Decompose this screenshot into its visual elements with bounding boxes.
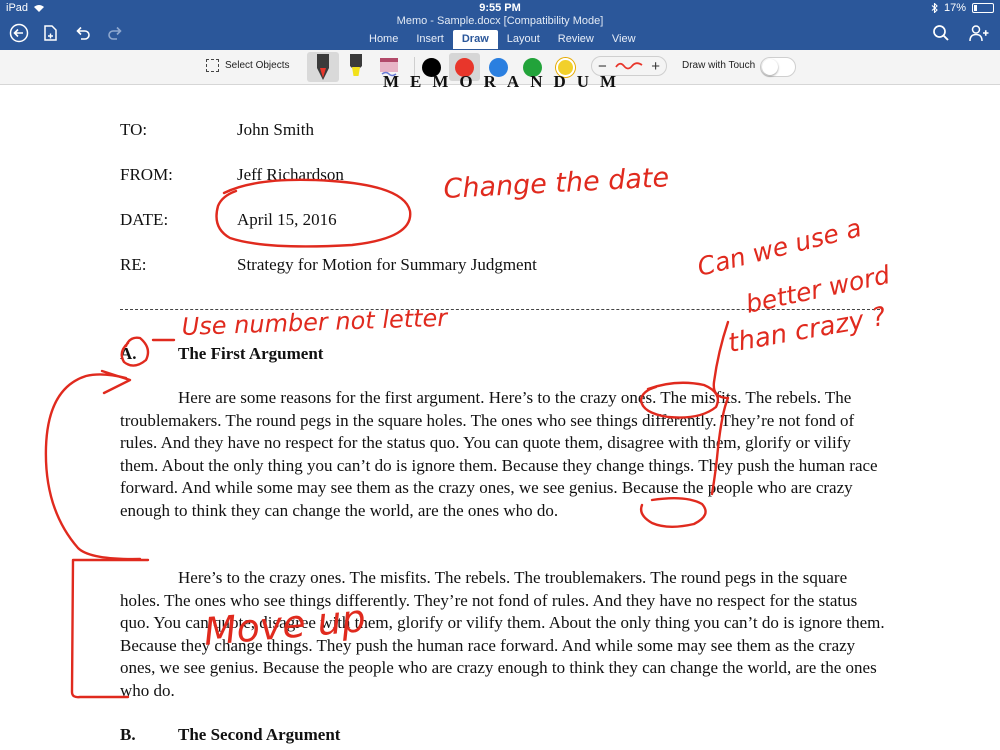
draw-with-touch-label: Draw with Touch [682,60,756,71]
date-value: April 15, 2016 [237,210,337,229]
stroke-preview-icon [615,62,643,70]
draw-with-touch-toggle[interactable] [760,57,796,77]
file-save-icon[interactable] [40,22,62,44]
status-time: 9:55 PM [479,2,521,14]
re-value: Strategy for Motion for Summary Judgment [237,255,537,274]
status-right: 17% [931,2,994,14]
pen-icon [317,54,329,80]
document-page[interactable]: MEMORANDUM TO: John Smith FROM: Jeff Ric… [0,72,1000,750]
redo-icon[interactable] [104,22,126,44]
ribbon-tabs: Home Insert Draw Layout Review View [360,30,645,49]
select-box-icon [206,59,219,72]
app-header: iPad 9:55 PM 17% Memo - Sample.docx [Com… [0,0,1000,50]
section-b-title: The Second Argument [178,725,341,744]
right-toolbar [930,22,990,44]
undo-icon[interactable] [72,22,94,44]
tab-view[interactable]: View [603,30,645,49]
section-a-number: A. [120,344,137,363]
left-toolbar [8,22,126,44]
section-b-number: B. [120,725,136,744]
paragraph-2: Here’s to the crazy ones. The misfits. T… [120,568,885,700]
document-title: Memo - Sample.docx [Compatibility Mode] [396,15,604,27]
pen-red-tool[interactable] [307,52,339,82]
tab-insert[interactable]: Insert [407,30,453,49]
highlighter-icon [350,54,362,76]
section-a-title: The First Argument [178,344,324,363]
section-a-heading: A. The First Argument [120,344,323,364]
select-objects-button[interactable]: Select Objects [206,59,289,72]
back-circle-icon[interactable] [8,22,30,44]
tab-layout[interactable]: Layout [498,30,549,49]
date-label: DATE: [120,210,169,229]
memo-heading: MEMORANDUM [383,72,628,91]
battery-icon [972,3,994,13]
paragraph-1: Here are some reasons for the first argu… [120,388,878,520]
to-value: John Smith [237,120,314,139]
add-person-icon[interactable] [968,22,990,44]
select-objects-label: Select Objects [225,60,290,71]
battery-percent: 17% [943,2,966,14]
from-label: FROM: [120,165,173,184]
separator-line [120,309,880,310]
from-value: Jeff Richardson [237,165,344,184]
toggle-knob [762,59,778,75]
tab-draw[interactable]: Draw [452,30,498,49]
tab-review[interactable]: Review [549,30,603,49]
highlighter-yellow-tool[interactable] [340,52,372,82]
re-label: RE: [120,255,147,274]
battery-level [974,5,977,11]
search-icon[interactable] [930,22,952,44]
bluetooth-icon [931,3,938,13]
section-b-heading: B. The Second Argument [120,725,340,745]
tab-home[interactable]: Home [360,30,407,49]
thickness-increase-button[interactable]: + [651,58,660,75]
to-label: TO: [120,120,148,139]
